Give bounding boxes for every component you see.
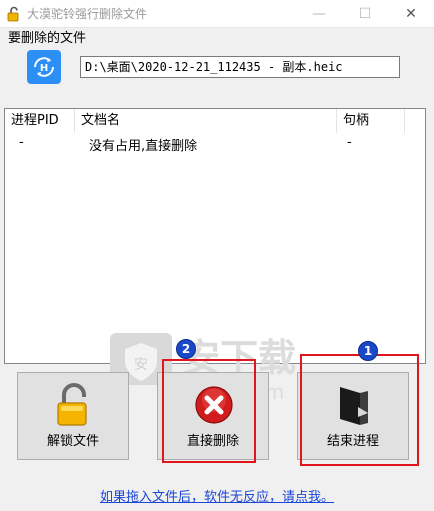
minimize-button[interactable]: — [296, 0, 342, 27]
padlock-open-icon [57, 383, 87, 426]
step-badge-2: 2 [176, 339, 196, 359]
black-folder-icon [340, 387, 368, 425]
close-button[interactable]: ✕ [388, 0, 434, 27]
direct-delete-label: 直接删除 [186, 434, 239, 449]
process-list[interactable]: 进程PID 文档名 句柄 - 没有占用,直接删除 - 安 安下载 anxz.co… [4, 108, 426, 404]
maximize-button[interactable]: ☐ [342, 0, 388, 27]
step-badge-1: 1 [358, 341, 378, 361]
row-handle-cell[interactable]: - [347, 135, 352, 150]
window-title: 大漠驼铃强行删除文件 [27, 7, 148, 21]
direct-delete-button[interactable]: 直接删除 [157, 372, 269, 460]
svg-text:安: 安 [134, 357, 148, 373]
column-header-handle[interactable]: 句柄 [337, 109, 405, 133]
app-lock-icon [7, 6, 19, 22]
column-header-document[interactable]: 文档名 [75, 109, 337, 133]
file-section-label: 要删除的文件 [8, 31, 87, 46]
heic-file-icon: H [27, 50, 61, 84]
end-process-label: 结束进程 [326, 434, 379, 449]
column-header-pid[interactable]: 进程PID [5, 109, 75, 133]
row-document-cell[interactable]: 没有占用,直接删除 [89, 135, 197, 154]
svg-text:H: H [40, 63, 48, 74]
unlock-file-button[interactable]: 解锁文件 [17, 372, 129, 460]
end-process-button[interactable]: 结束进程 [297, 372, 409, 460]
red-x-icon [195, 386, 233, 424]
row-pid-cell[interactable]: - [19, 135, 24, 150]
title-bar: 大漠驼铃强行删除文件 — ☐ ✕ [0, 0, 434, 28]
unlock-file-label: 解锁文件 [46, 434, 99, 449]
file-path-field[interactable]: D:\桌面\2020-12-21_112435 - 副本.heic [80, 56, 400, 78]
help-link[interactable]: 如果拖入文件后，软件无反应，请点我。 [0, 486, 434, 505]
